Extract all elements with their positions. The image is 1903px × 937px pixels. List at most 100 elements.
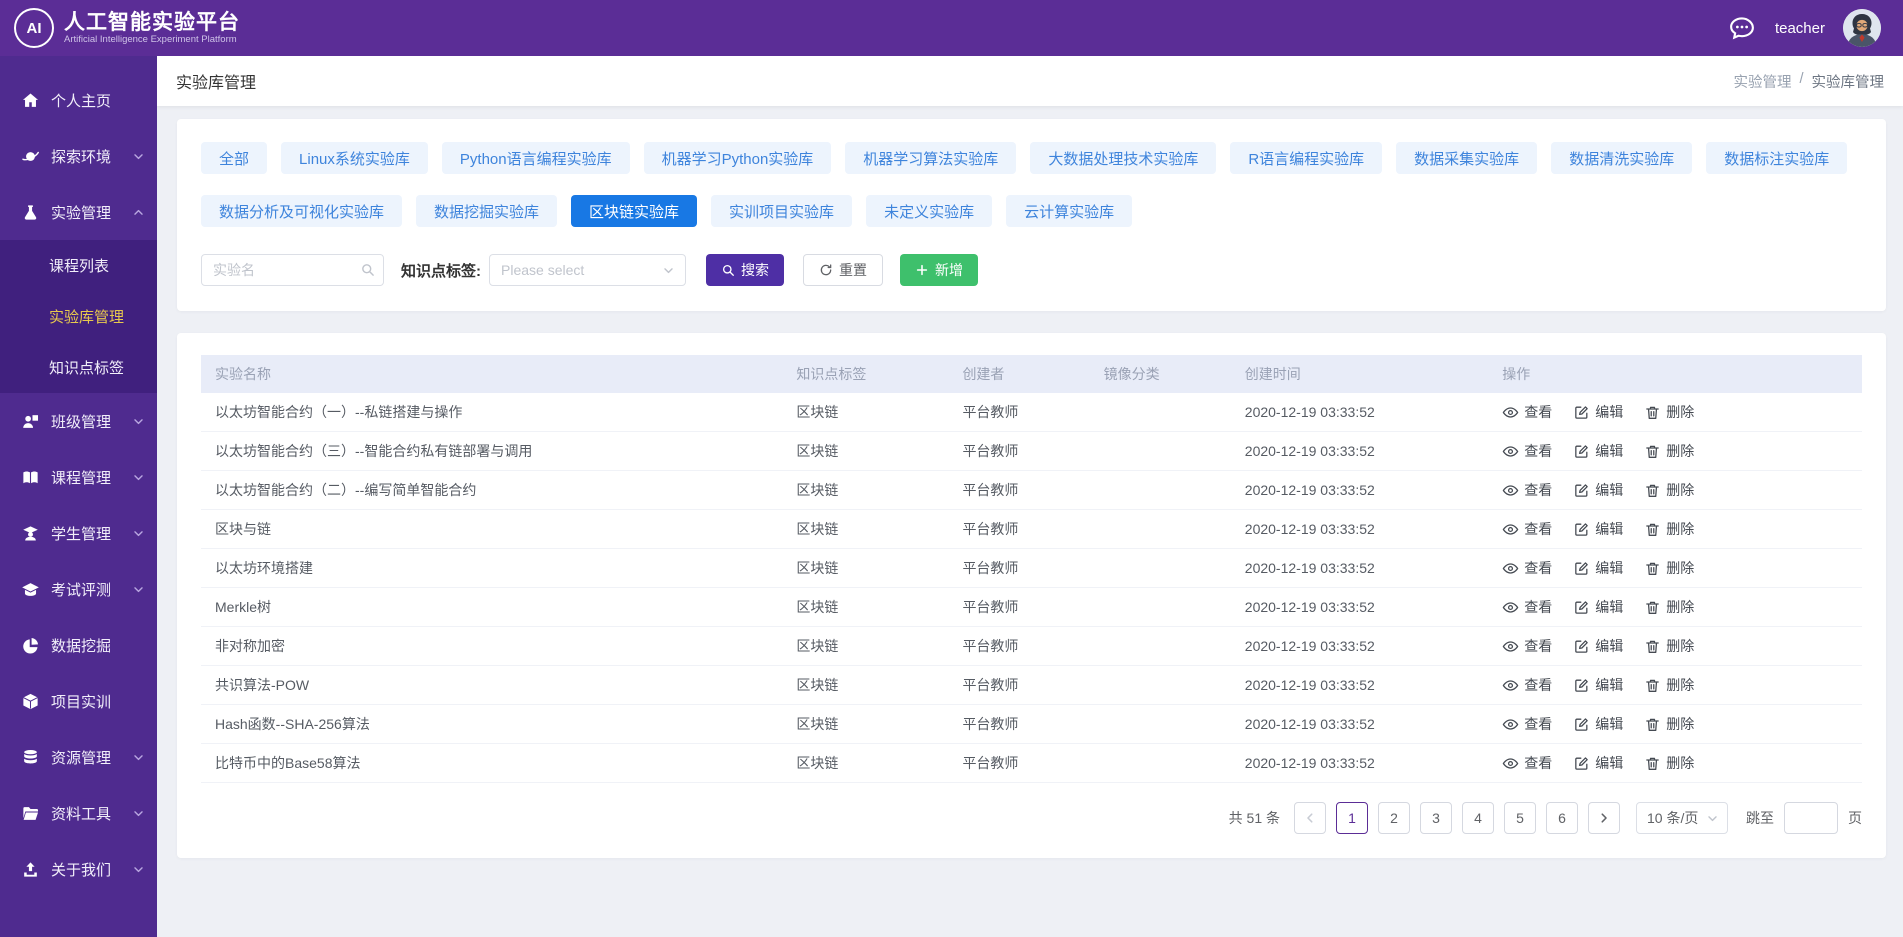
delete-button[interactable]: 删除 (1644, 441, 1694, 461)
view-button[interactable]: 查看 (1502, 519, 1552, 539)
filter-tag[interactable]: 实训项目实验库 (711, 195, 852, 227)
sidebar-item[interactable]: 资料工具 (0, 785, 157, 841)
knowledge-tag: 区块链 (782, 597, 948, 617)
edit-button[interactable]: 编辑 (1573, 558, 1623, 578)
sidebar-item[interactable]: 考试评测 (0, 561, 157, 617)
knowledge-tag-label: 知识点标签: (401, 260, 481, 281)
edit-button[interactable]: 编辑 (1573, 480, 1623, 500)
delete-button[interactable]: 删除 (1644, 597, 1694, 617)
sidebar-item[interactable]: 知识点标签 (0, 342, 157, 393)
sidebar-item[interactable]: 班级管理 (0, 393, 157, 449)
jump-page-input[interactable] (1784, 802, 1838, 834)
edit-icon (1573, 638, 1590, 655)
filter-tag[interactable]: 云计算实验库 (1006, 195, 1132, 227)
edit-button[interactable]: 编辑 (1573, 402, 1623, 422)
filter-tag[interactable]: 数据清洗实验库 (1551, 142, 1692, 174)
edit-button[interactable]: 编辑 (1573, 675, 1623, 695)
row-actions: 查看 编辑 删除 (1502, 402, 1862, 422)
view-label: 查看 (1524, 519, 1552, 539)
chat-icon[interactable] (1727, 13, 1757, 43)
edit-button[interactable]: 编辑 (1573, 519, 1623, 539)
jump-label: 跳至 (1746, 808, 1774, 828)
view-button[interactable]: 查看 (1502, 558, 1552, 578)
next-page-button[interactable] (1588, 802, 1620, 834)
filter-tag[interactable]: R语言编程实验库 (1230, 142, 1382, 174)
view-button[interactable]: 查看 (1502, 753, 1552, 773)
resource-icon (21, 748, 40, 767)
view-button[interactable]: 查看 (1502, 636, 1552, 656)
delete-button[interactable]: 删除 (1644, 480, 1694, 500)
experiment-name-input[interactable] (201, 254, 384, 286)
search-button[interactable]: 搜索 (706, 254, 784, 286)
edit-button[interactable]: 编辑 (1573, 753, 1623, 773)
table-header: 实验名称 知识点标签 创建者 镜像分类 创建时间 操作 (201, 355, 1862, 393)
page-button[interactable]: 5 (1504, 802, 1536, 834)
edit-button[interactable]: 编辑 (1573, 597, 1623, 617)
sidebar-item[interactable]: 项目实训 (0, 673, 157, 729)
prev-page-button[interactable] (1294, 802, 1326, 834)
edit-button[interactable]: 编辑 (1573, 636, 1623, 656)
filter-tag[interactable]: 数据标注实验库 (1706, 142, 1847, 174)
view-button[interactable]: 查看 (1502, 441, 1552, 461)
reset-button[interactable]: 重置 (803, 254, 883, 286)
delete-icon (1644, 677, 1661, 694)
avatar[interactable] (1843, 9, 1881, 47)
delete-button[interactable]: 删除 (1644, 519, 1694, 539)
view-button[interactable]: 查看 (1502, 402, 1552, 422)
sidebar-item[interactable]: 实验库管理 (0, 291, 157, 342)
delete-label: 删除 (1666, 714, 1694, 734)
experiment-name: 区块与链 (201, 519, 782, 539)
sidebar-item[interactable]: 学生管理 (0, 505, 157, 561)
chevron-left-icon (1303, 811, 1317, 825)
filter-tag[interactable]: 全部 (201, 142, 267, 174)
edit-button[interactable]: 编辑 (1573, 714, 1623, 734)
view-button[interactable]: 查看 (1502, 480, 1552, 500)
filter-tag[interactable]: 机器学习算法实验库 (845, 142, 1016, 174)
table-card: 实验名称 知识点标签 创建者 镜像分类 创建时间 操作 以太坊智能合约（一）--… (177, 333, 1886, 858)
breadcrumb-parent[interactable]: 实验管理 (1733, 71, 1791, 92)
sidebar-item[interactable]: 探索环境 (0, 128, 157, 184)
sidebar-item[interactable]: 关于我们 (0, 841, 157, 897)
delete-button[interactable]: 删除 (1644, 636, 1694, 656)
sidebar-item[interactable]: 数据挖掘 (0, 617, 157, 673)
filter-tag[interactable]: 数据分析及可视化实验库 (201, 195, 402, 227)
delete-button[interactable]: 删除 (1644, 402, 1694, 422)
knowledge-tag-select[interactable]: Please select (489, 254, 686, 286)
created-time: 2020-12-19 03:33:52 (1231, 755, 1488, 771)
delete-button[interactable]: 删除 (1644, 675, 1694, 695)
filter-tag[interactable]: Linux系统实验库 (281, 142, 428, 174)
view-button[interactable]: 查看 (1502, 714, 1552, 734)
page-size-select[interactable]: 10 条/页 (1636, 802, 1728, 834)
delete-icon (1644, 599, 1661, 616)
view-button[interactable]: 查看 (1502, 597, 1552, 617)
delete-button[interactable]: 删除 (1644, 714, 1694, 734)
delete-button[interactable]: 删除 (1644, 753, 1694, 773)
created-time: 2020-12-19 03:33:52 (1231, 482, 1488, 498)
sidebar-item[interactable]: 课程列表 (0, 240, 157, 291)
filter-tag[interactable]: Python语言编程实验库 (442, 142, 630, 174)
filter-tag[interactable]: 大数据处理技术实验库 (1030, 142, 1216, 174)
filter-tag[interactable]: 区块链实验库 (571, 195, 697, 227)
sidebar-item[interactable]: 实验管理 (0, 184, 157, 240)
app-title-block: 人工智能实验平台 Artificial Intelligence Experim… (64, 11, 240, 46)
username[interactable]: teacher (1775, 20, 1825, 37)
filter-tag[interactable]: 数据挖掘实验库 (416, 195, 557, 227)
sidebar-item-label: 班级管理 (51, 411, 111, 432)
filter-tag[interactable]: 机器学习Python实验库 (644, 142, 832, 174)
page-button[interactable]: 4 (1462, 802, 1494, 834)
filter-tag[interactable]: 数据采集实验库 (1396, 142, 1537, 174)
page-button[interactable]: 2 (1378, 802, 1410, 834)
delete-button[interactable]: 删除 (1644, 558, 1694, 578)
edit-button[interactable]: 编辑 (1573, 441, 1623, 461)
add-button[interactable]: 新增 (900, 254, 978, 286)
sidebar-item[interactable]: 课程管理 (0, 449, 157, 505)
filter-tag[interactable]: 未定义实验库 (866, 195, 992, 227)
page-button[interactable]: 3 (1420, 802, 1452, 834)
page-button[interactable]: 6 (1546, 802, 1578, 834)
view-button[interactable]: 查看 (1502, 675, 1552, 695)
sidebar-item[interactable]: 个人主页 (0, 72, 157, 128)
page-button[interactable]: 1 (1336, 802, 1368, 834)
search-icon (721, 263, 735, 277)
sidebar-item[interactable]: 资源管理 (0, 729, 157, 785)
logo: AI 人工智能实验平台 Artificial Intelligence Expe… (14, 8, 240, 48)
